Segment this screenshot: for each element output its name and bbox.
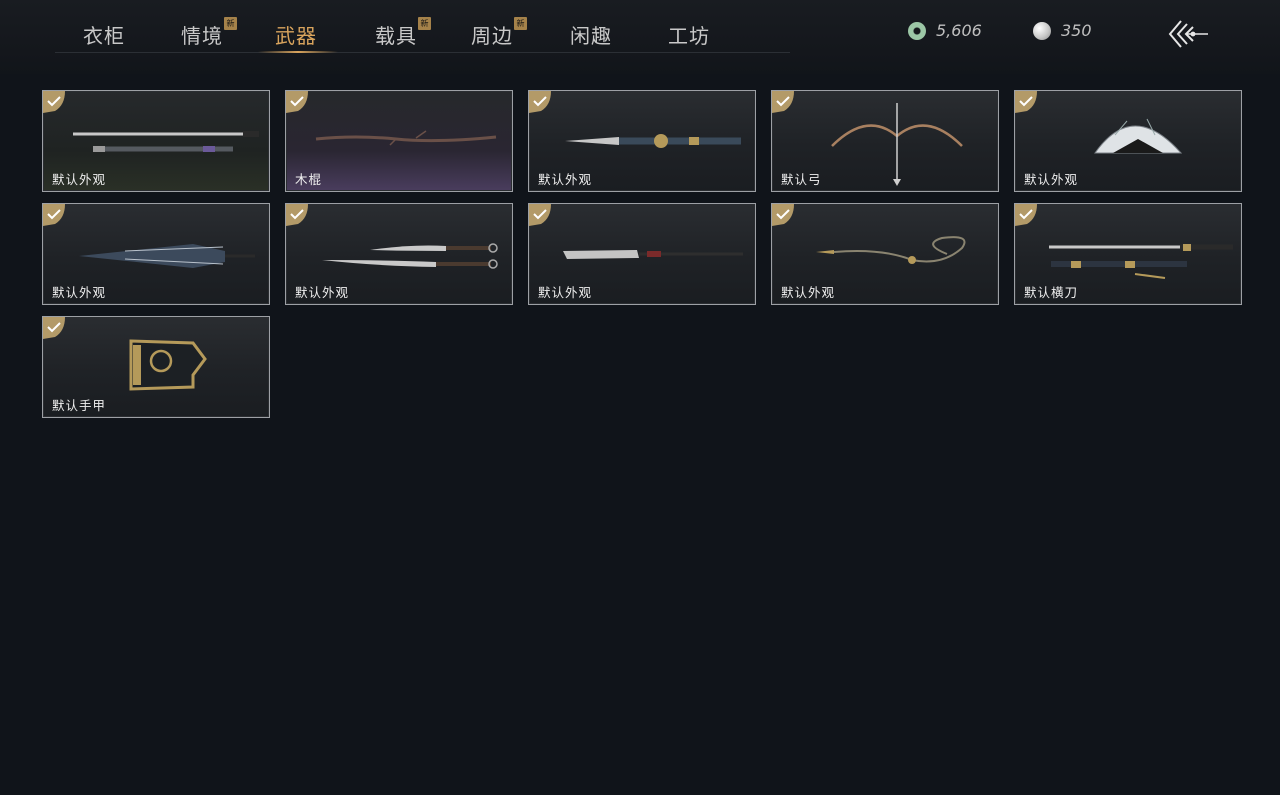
weapon-card[interactable]: 默认外观 — [771, 203, 999, 305]
item-label: 默认外观 — [538, 172, 593, 187]
check-icon — [772, 204, 794, 226]
weapon-card[interactable]: 默认手甲 — [42, 316, 270, 418]
check-icon — [286, 91, 308, 113]
item-label: 默认外观 — [52, 172, 107, 187]
tab-wardrobe[interactable]: 衣柜 — [83, 20, 125, 49]
tab-label: 载具 — [375, 24, 417, 48]
check-icon — [1015, 204, 1037, 226]
jade-currency: 5,606 — [908, 21, 982, 40]
jade-coin-icon — [908, 21, 926, 40]
weapon-card[interactable]: 默认弓 — [771, 90, 999, 192]
item-label: 默认外观 — [1024, 172, 1079, 187]
weapon-card[interactable]: 默认外观 — [528, 90, 756, 192]
new-badge: 新 — [418, 17, 431, 30]
pearl-currency: 350 — [1033, 21, 1092, 40]
weapon-card[interactable]: 默认外观 — [42, 90, 270, 192]
check-icon — [529, 204, 551, 226]
check-icon — [529, 91, 551, 113]
tab-label: 工坊 — [668, 24, 710, 48]
active-tab-indicator — [258, 51, 338, 53]
weapon-card[interactable]: 默认外观 — [42, 203, 270, 305]
tab-weapons[interactable]: 武器 — [275, 20, 317, 49]
weapon-card[interactable]: 默认外观 — [528, 203, 756, 305]
back-button[interactable] — [1166, 18, 1210, 50]
item-label: 默认外观 — [52, 285, 107, 300]
tab-peripherals[interactable]: 周边新 — [471, 17, 527, 49]
top-navigation-bar: 衣柜 情境新 武器 载具新 周边新 闲趣 工坊 5,606 350 — [0, 0, 1280, 74]
tab-label: 武器 — [275, 24, 317, 48]
tab-label: 闲趣 — [570, 24, 612, 48]
tab-scenes[interactable]: 情境新 — [181, 17, 237, 49]
tab-mounts[interactable]: 载具新 — [375, 17, 431, 49]
tab-label: 衣柜 — [83, 24, 125, 48]
item-label: 默认外观 — [538, 285, 593, 300]
weapon-card[interactable]: 默认外观 — [285, 203, 513, 305]
new-badge: 新 — [514, 17, 527, 30]
check-icon — [286, 204, 308, 226]
check-icon — [772, 91, 794, 113]
check-icon — [43, 204, 65, 226]
tab-workshop[interactable]: 工坊 — [668, 20, 710, 49]
back-arrow-icon — [1168, 20, 1208, 48]
item-label: 木棍 — [295, 172, 323, 187]
check-icon — [43, 91, 65, 113]
check-icon — [1015, 91, 1037, 113]
category-tabs: 衣柜 情境新 武器 载具新 周边新 闲趣 工坊 — [55, 0, 790, 53]
pearl-icon — [1033, 21, 1051, 40]
tab-leisure[interactable]: 闲趣 — [570, 20, 612, 49]
item-label: 默认外观 — [781, 285, 836, 300]
pearl-amount: 350 — [1061, 21, 1092, 40]
weapon-card[interactable]: 默认横刀 — [1014, 203, 1242, 305]
item-label: 默认弓 — [781, 172, 822, 187]
tab-label: 情境 — [181, 24, 223, 48]
item-label: 默认外观 — [295, 285, 350, 300]
jade-amount: 5,606 — [936, 21, 982, 40]
tab-label: 周边 — [471, 24, 513, 48]
item-label: 默认手甲 — [52, 398, 107, 413]
new-badge: 新 — [224, 17, 237, 30]
weapon-card[interactable]: 默认外观 — [1014, 90, 1242, 192]
item-label: 默认横刀 — [1024, 285, 1079, 300]
check-icon — [43, 317, 65, 339]
weapon-card[interactable]: 木棍 — [285, 90, 513, 192]
